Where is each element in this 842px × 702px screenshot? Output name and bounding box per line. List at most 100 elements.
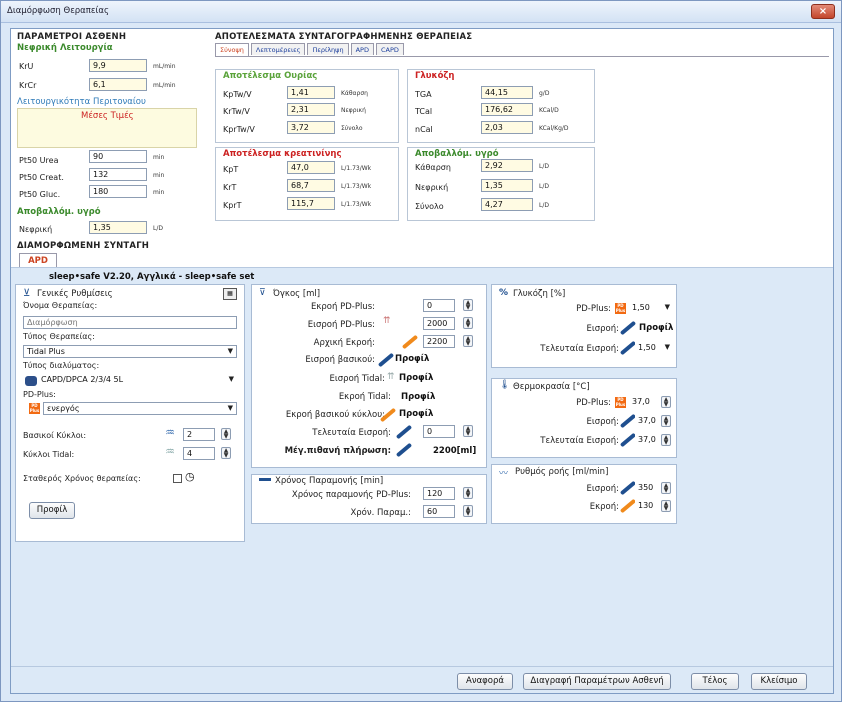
renal-fluid-unit: L/D bbox=[153, 225, 163, 232]
vol-row-8-field[interactable]: 0 bbox=[423, 425, 455, 438]
fluid-row-2-value: 1,35 bbox=[481, 179, 533, 192]
flow-out-field[interactable]: 130 bbox=[635, 500, 659, 513]
basic-cycles-stepper[interactable]: ▲ ▼ bbox=[221, 428, 231, 440]
therapy-name-input[interactable] bbox=[23, 316, 237, 329]
pt50-urea-field[interactable]: 90 bbox=[89, 150, 147, 163]
gluc-row-1-label: TGA bbox=[415, 90, 432, 99]
temp-last-stepper[interactable]: ▲ ▼ bbox=[661, 434, 671, 446]
vol-row-3-stepper[interactable]: ▲ ▼ bbox=[463, 335, 473, 347]
krcr-field[interactable]: 6,1 bbox=[89, 78, 147, 91]
pdplus-select[interactable]: ενεργός ▼ bbox=[43, 402, 237, 415]
glucose-inflow-value[interactable]: Προφίλ bbox=[639, 323, 673, 333]
prescription-area: sleep•safe V2.20, Αγγλικά - sleep•safe s… bbox=[11, 267, 833, 693]
solution-bag-icon bbox=[25, 376, 37, 386]
vol-row-2-stepper[interactable]: ▲ ▼ bbox=[463, 317, 473, 329]
tidal-cycles-field[interactable]: 4 bbox=[183, 447, 215, 460]
temp-inflow-field[interactable]: 37,0 bbox=[635, 415, 659, 428]
fluid-row-1-value: 2,92 bbox=[481, 159, 533, 172]
fluid-row-3-value: 4,27 bbox=[481, 198, 533, 211]
tidal-cycles-label: Κύκλοι Tidal: bbox=[23, 450, 75, 459]
flow-out-stepper[interactable]: ▲ ▼ bbox=[661, 500, 671, 512]
vol-row-8-label: Τελευταία Εισροή: bbox=[312, 428, 391, 438]
settings-icon: ⊻ bbox=[23, 288, 31, 299]
creat-title: Αποτέλεσμα κρεατινίνης bbox=[223, 149, 342, 159]
tab-capd-results[interactable]: CAPD bbox=[375, 43, 404, 55]
pd-plus-badge: PD Plus bbox=[615, 397, 626, 408]
calculator-icon[interactable]: ▦ bbox=[223, 288, 237, 300]
kru-unit: mL/min bbox=[153, 63, 176, 70]
temp-inflow-stepper[interactable]: ▲ ▼ bbox=[661, 415, 671, 427]
creat-row-3-unit: L/1.73/Wk bbox=[341, 201, 372, 208]
profile-button[interactable]: Προφίλ bbox=[29, 502, 75, 519]
pt50-creat-unit: min bbox=[153, 172, 165, 179]
close-window-button[interactable]: × bbox=[811, 4, 835, 19]
renal-fluid-field[interactable]: 1,35 bbox=[89, 221, 147, 234]
tidal-cycles-stepper[interactable]: ▲ ▼ bbox=[221, 447, 231, 459]
tab-summary[interactable]: Σύνοψη bbox=[215, 43, 249, 56]
report-button[interactable]: Αναφορά bbox=[457, 673, 513, 690]
pd-plus-badge: PD Plus bbox=[29, 403, 40, 414]
temp-last-field[interactable]: 37,0 bbox=[635, 434, 659, 447]
tab-apd-results[interactable]: APD bbox=[350, 43, 374, 55]
vol-row-4-label: Εισροή βασικού: bbox=[305, 355, 375, 365]
dwell-param-stepper[interactable]: ▲ ▼ bbox=[463, 505, 473, 517]
glucose-last-select[interactable]: 1,50 ▼ bbox=[635, 342, 673, 355]
flow-in-label: Εισροή: bbox=[586, 484, 619, 494]
footer-divider bbox=[11, 666, 833, 667]
vol-row-6-value[interactable]: Προφίλ bbox=[401, 392, 435, 402]
dwell-pdplus-field[interactable]: 120 bbox=[423, 487, 455, 500]
pt50-gluc-field[interactable]: 180 bbox=[89, 185, 147, 198]
gluc-row-3-label: nCal bbox=[415, 125, 433, 134]
patient-params-title: ΠΑΡΑΜΕΤΡΟΙ ΑΣΘΕΝΗ bbox=[17, 32, 127, 42]
vol-row-1-stepper[interactable]: ▲ ▼ bbox=[463, 299, 473, 311]
basic-cycles-icon: ♒ bbox=[165, 426, 175, 439]
volume-icon: ⊽ bbox=[259, 288, 266, 298]
percent-icon: % bbox=[499, 288, 509, 298]
dwell-param-field[interactable]: 60 bbox=[423, 505, 455, 518]
tab-abstract[interactable]: Περίληψη bbox=[307, 43, 349, 55]
vol-row-1-field[interactable]: 0 bbox=[423, 299, 455, 312]
temperature-title: Θερμοκρασία [°C] bbox=[513, 382, 590, 392]
window-title: Διαμόρφωση Θεραπείας bbox=[7, 6, 109, 16]
flow-in-field[interactable]: 350 bbox=[635, 482, 659, 495]
therapy-type-select[interactable]: Tidal Plus ▼ bbox=[23, 345, 237, 358]
flow-in-stepper[interactable]: ▲ ▼ bbox=[661, 482, 671, 494]
vol-row-2-field[interactable]: 2000 bbox=[423, 317, 455, 330]
fixed-time-label: Σταθερός Χρόνος θεραπείας: bbox=[23, 474, 141, 483]
solution-type-select[interactable]: CAPD/DPCA 2/3/4 5L ▼ bbox=[23, 374, 237, 387]
vol-row-3-field[interactable]: 2200 bbox=[423, 335, 455, 348]
vol-row-4-value[interactable]: Προφίλ bbox=[395, 354, 429, 364]
renal-function-title: Νεφρική Λειτουργία bbox=[17, 43, 113, 53]
basic-cycles-field[interactable]: 2 bbox=[183, 428, 215, 441]
temp-pdplus-label: PD-Plus: bbox=[576, 398, 611, 408]
glucose-inflow-label: Εισροή: bbox=[586, 324, 619, 334]
glucose-pdplus-value: 1,50 bbox=[632, 303, 650, 312]
creat-row-1-value: 47,0 bbox=[287, 161, 335, 174]
urea-row-2-unit: Νεφρική bbox=[341, 107, 366, 114]
glucose-pdplus-select[interactable]: 1,50 ▼ bbox=[629, 302, 673, 315]
finish-button[interactable]: Τέλος bbox=[691, 673, 739, 690]
results-title: ΑΠΟΤΕΛΕΣΜΑΤΑ ΣΥΝΤΑΓΟΓΡΑΦΗΜΕΝΗΣ ΘΕΡΑΠΕΙΑΣ bbox=[215, 32, 473, 42]
pt50-creat-field[interactable]: 132 bbox=[89, 168, 147, 181]
peritoneal-title: Λειτουργικότητα Περιτοναίου bbox=[17, 97, 146, 107]
vol-row-5-value[interactable]: Προφίλ bbox=[399, 373, 433, 383]
tab-details[interactable]: Λεπτομέρειες bbox=[250, 43, 306, 55]
delete-patient-params-button[interactable]: Διαγραφή Παραμέτρων Ασθενή bbox=[523, 673, 671, 690]
window: Διαμόρφωση Θεραπείας × ΠΑΡΑΜΕΤΡΟΙ ΑΣΘΕΝΗ… bbox=[0, 0, 842, 702]
dwell-pdplus-stepper[interactable]: ▲ ▼ bbox=[463, 487, 473, 499]
kru-field[interactable]: 9,9 bbox=[89, 59, 147, 72]
temp-pdplus-field[interactable]: 37,0 bbox=[629, 396, 659, 409]
close-button[interactable]: Κλείσιμο bbox=[751, 673, 807, 690]
temp-inflow-label: Εισροή: bbox=[586, 417, 619, 427]
gluc-row-2-value: 176,62 bbox=[481, 103, 533, 116]
vol-row-7-value[interactable]: Προφίλ bbox=[399, 409, 433, 419]
glucose-title: Γλυκόζη [%] bbox=[513, 289, 566, 299]
vol-row-8-stepper[interactable]: ▲ ▼ bbox=[463, 425, 473, 437]
max-fill-label: Μέγ.πιθανή πλήρωση: bbox=[284, 446, 391, 456]
vol-row-7-label: Εκροή βασικού κύκλου: bbox=[285, 410, 385, 420]
fixed-time-checkbox[interactable] bbox=[173, 474, 182, 483]
temp-pdplus-stepper[interactable]: ▲ ▼ bbox=[661, 396, 671, 408]
pt50-gluc-label: Pt50 Gluc. bbox=[19, 190, 61, 199]
flow-wave-icon: 〰 bbox=[499, 469, 509, 479]
creat-row-2-value: 68,7 bbox=[287, 179, 335, 192]
